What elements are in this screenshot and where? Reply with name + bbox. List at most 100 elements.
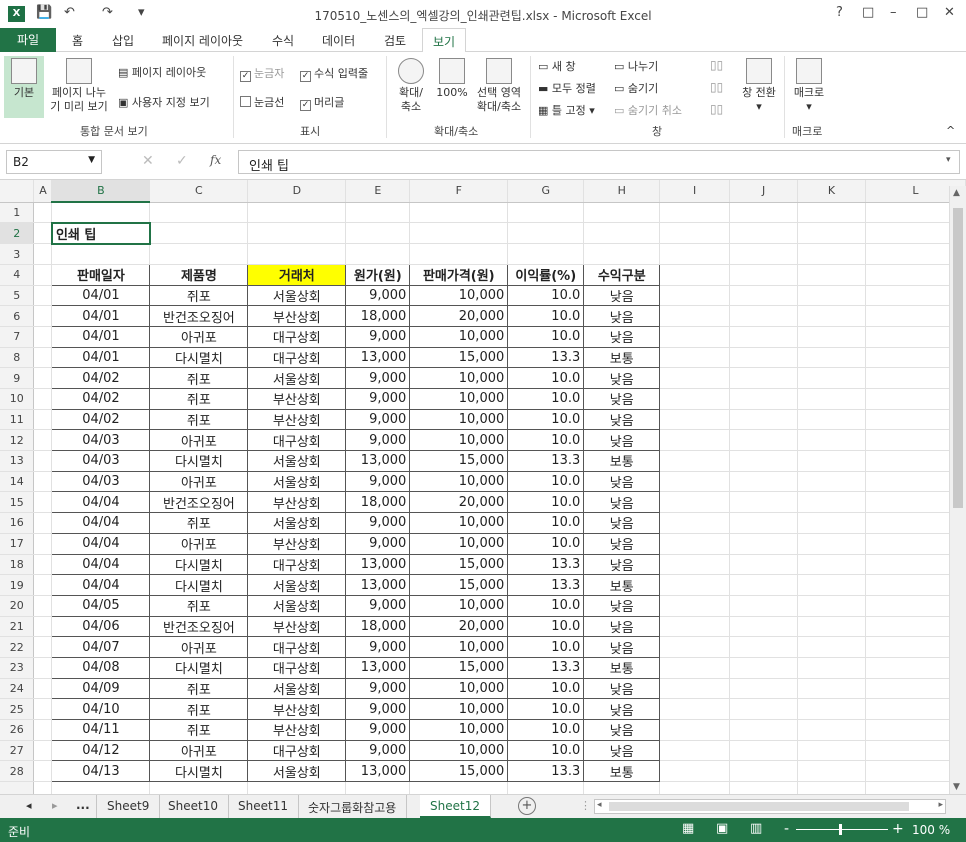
cell-col-a[interactable] [33, 326, 53, 348]
page-layout-view-button[interactable]: ▤ 페이지 레이아웃 [118, 64, 206, 80]
table-cell[interactable]: 04/04 [51, 553, 151, 576]
table-cell[interactable]: 15,000 [409, 760, 509, 783]
table-header-cell[interactable]: 원가(원) [345, 263, 411, 286]
empty-cell[interactable] [659, 719, 731, 741]
unhide-button[interactable]: ▭ 숨기기 취소 [614, 102, 682, 118]
table-cell[interactable]: 서울상회 [247, 367, 347, 389]
table-cell[interactable]: 20,000 [409, 615, 509, 638]
cell-col-a[interactable] [33, 450, 53, 472]
table-cell[interactable]: 10.0 [507, 388, 585, 410]
table-cell[interactable]: 9,000 [345, 325, 411, 348]
empty-cell[interactable] [659, 471, 731, 493]
table-header-cell[interactable]: 이익률(%) [507, 263, 585, 286]
empty-cell[interactable] [409, 222, 509, 245]
row-header[interactable]: 13 [0, 450, 35, 472]
table-cell[interactable]: 04/01 [51, 284, 151, 307]
empty-cell[interactable] [797, 760, 866, 783]
cell-col-a[interactable] [33, 429, 53, 452]
gridlines-checkbox[interactable]: 눈금선 [240, 94, 284, 110]
empty-cell[interactable] [797, 554, 866, 576]
table-cell[interactable]: 13,000 [345, 346, 411, 369]
close-button[interactable]: ✕ [944, 5, 955, 20]
ruler-checkbox[interactable]: ✓ 눈금자 [240, 65, 284, 82]
table-cell[interactable]: 10,000 [409, 408, 509, 431]
macros-button[interactable]: 매크로 ▾ [788, 58, 830, 114]
empty-cell[interactable] [797, 491, 866, 514]
table-cell[interactable]: 10.0 [507, 532, 585, 555]
table-cell[interactable]: 아귀포 [149, 470, 249, 493]
empty-cell[interactable] [659, 491, 731, 514]
column-header-f[interactable]: F [409, 180, 509, 203]
zoom-out-button[interactable]: - [784, 821, 789, 837]
cell-col-a[interactable] [33, 781, 53, 794]
table-cell[interactable]: 13,000 [345, 553, 411, 576]
table-cell[interactable]: 13,000 [345, 656, 411, 679]
empty-cell[interactable] [659, 243, 731, 265]
sheet-tab-sheet11[interactable]: Sheet11 [228, 795, 299, 818]
table-cell[interactable]: 대구상회 [247, 656, 347, 679]
column-header-b[interactable]: B [51, 180, 151, 203]
table-cell[interactable]: 04/02 [51, 408, 151, 431]
table-cell[interactable]: 다시멸치 [149, 346, 249, 369]
empty-cell[interactable] [797, 657, 866, 679]
table-cell[interactable]: 10,000 [409, 532, 509, 555]
row-header[interactable]: 28 [0, 760, 35, 783]
empty-cell[interactable] [797, 719, 866, 741]
table-cell[interactable]: 9,000 [345, 698, 411, 720]
empty-cell[interactable] [51, 781, 151, 794]
cell-col-a[interactable] [33, 574, 53, 596]
empty-cell[interactable] [797, 595, 866, 617]
zoom-slider[interactable] [796, 829, 888, 830]
table-cell[interactable]: 9,000 [345, 594, 411, 617]
table-header-cell[interactable]: 수익구분 [583, 263, 661, 286]
table-cell[interactable]: 04/01 [51, 346, 151, 369]
table-cell[interactable]: 9,000 [345, 408, 411, 431]
table-cell[interactable]: 04/12 [51, 739, 151, 762]
table-cell[interactable]: 10,000 [409, 325, 509, 348]
empty-cell[interactable] [729, 367, 799, 389]
empty-cell[interactable] [729, 388, 799, 410]
table-cell[interactable]: 낮음 [583, 594, 661, 617]
table-cell[interactable]: 13,000 [345, 450, 411, 472]
table-cell[interactable]: 아귀포 [149, 739, 249, 762]
empty-cell[interactable] [729, 678, 799, 700]
empty-cell[interactable] [659, 616, 731, 638]
empty-cell[interactable] [797, 740, 866, 762]
table-cell[interactable]: 04/04 [51, 532, 151, 555]
empty-cell[interactable] [149, 202, 249, 224]
table-cell[interactable]: 13.3 [507, 553, 585, 576]
sheet-tab-sheet10[interactable]: Sheet10 [158, 795, 229, 818]
empty-cell[interactable] [729, 616, 799, 638]
cell-col-a[interactable] [33, 616, 53, 638]
empty-cell[interactable] [345, 243, 411, 265]
scroll-down-icon[interactable]: ▼ [953, 782, 960, 792]
table-cell[interactable]: 쥐포 [149, 677, 249, 700]
table-cell[interactable]: 9,000 [345, 532, 411, 555]
empty-cell[interactable] [729, 305, 799, 327]
table-cell[interactable]: 04/01 [51, 325, 151, 348]
table-cell[interactable]: 04/06 [51, 615, 151, 638]
cell-col-a[interactable] [33, 636, 53, 658]
table-cell[interactable]: 10,000 [409, 284, 509, 307]
scroll-up-icon[interactable]: ▲ [953, 188, 960, 198]
row-header[interactable] [0, 781, 35, 794]
empty-cell[interactable] [583, 243, 661, 265]
row-header[interactable]: 26 [0, 719, 35, 741]
table-cell[interactable]: 아귀포 [149, 325, 249, 348]
table-cell[interactable]: 보통 [583, 346, 661, 369]
empty-cell[interactable] [729, 347, 799, 369]
row-header[interactable]: 25 [0, 698, 35, 720]
table-cell[interactable]: 낮음 [583, 719, 661, 741]
cancel-icon[interactable]: ✕ [142, 153, 154, 169]
table-cell[interactable]: 9,000 [345, 512, 411, 534]
table-cell[interactable]: 10.0 [507, 594, 585, 617]
custom-views-button[interactable]: ▣ 사용자 지정 보기 [118, 94, 210, 110]
table-cell[interactable]: 낮음 [583, 532, 661, 555]
table-cell[interactable]: 15,000 [409, 450, 509, 472]
empty-cell[interactable] [797, 347, 866, 369]
formula-input[interactable]: 인쇄 팁 [238, 150, 960, 174]
empty-cell[interactable] [797, 616, 866, 638]
empty-cell[interactable] [345, 222, 411, 245]
table-cell[interactable]: 부산상회 [247, 532, 347, 555]
table-cell[interactable]: 아귀포 [149, 532, 249, 555]
